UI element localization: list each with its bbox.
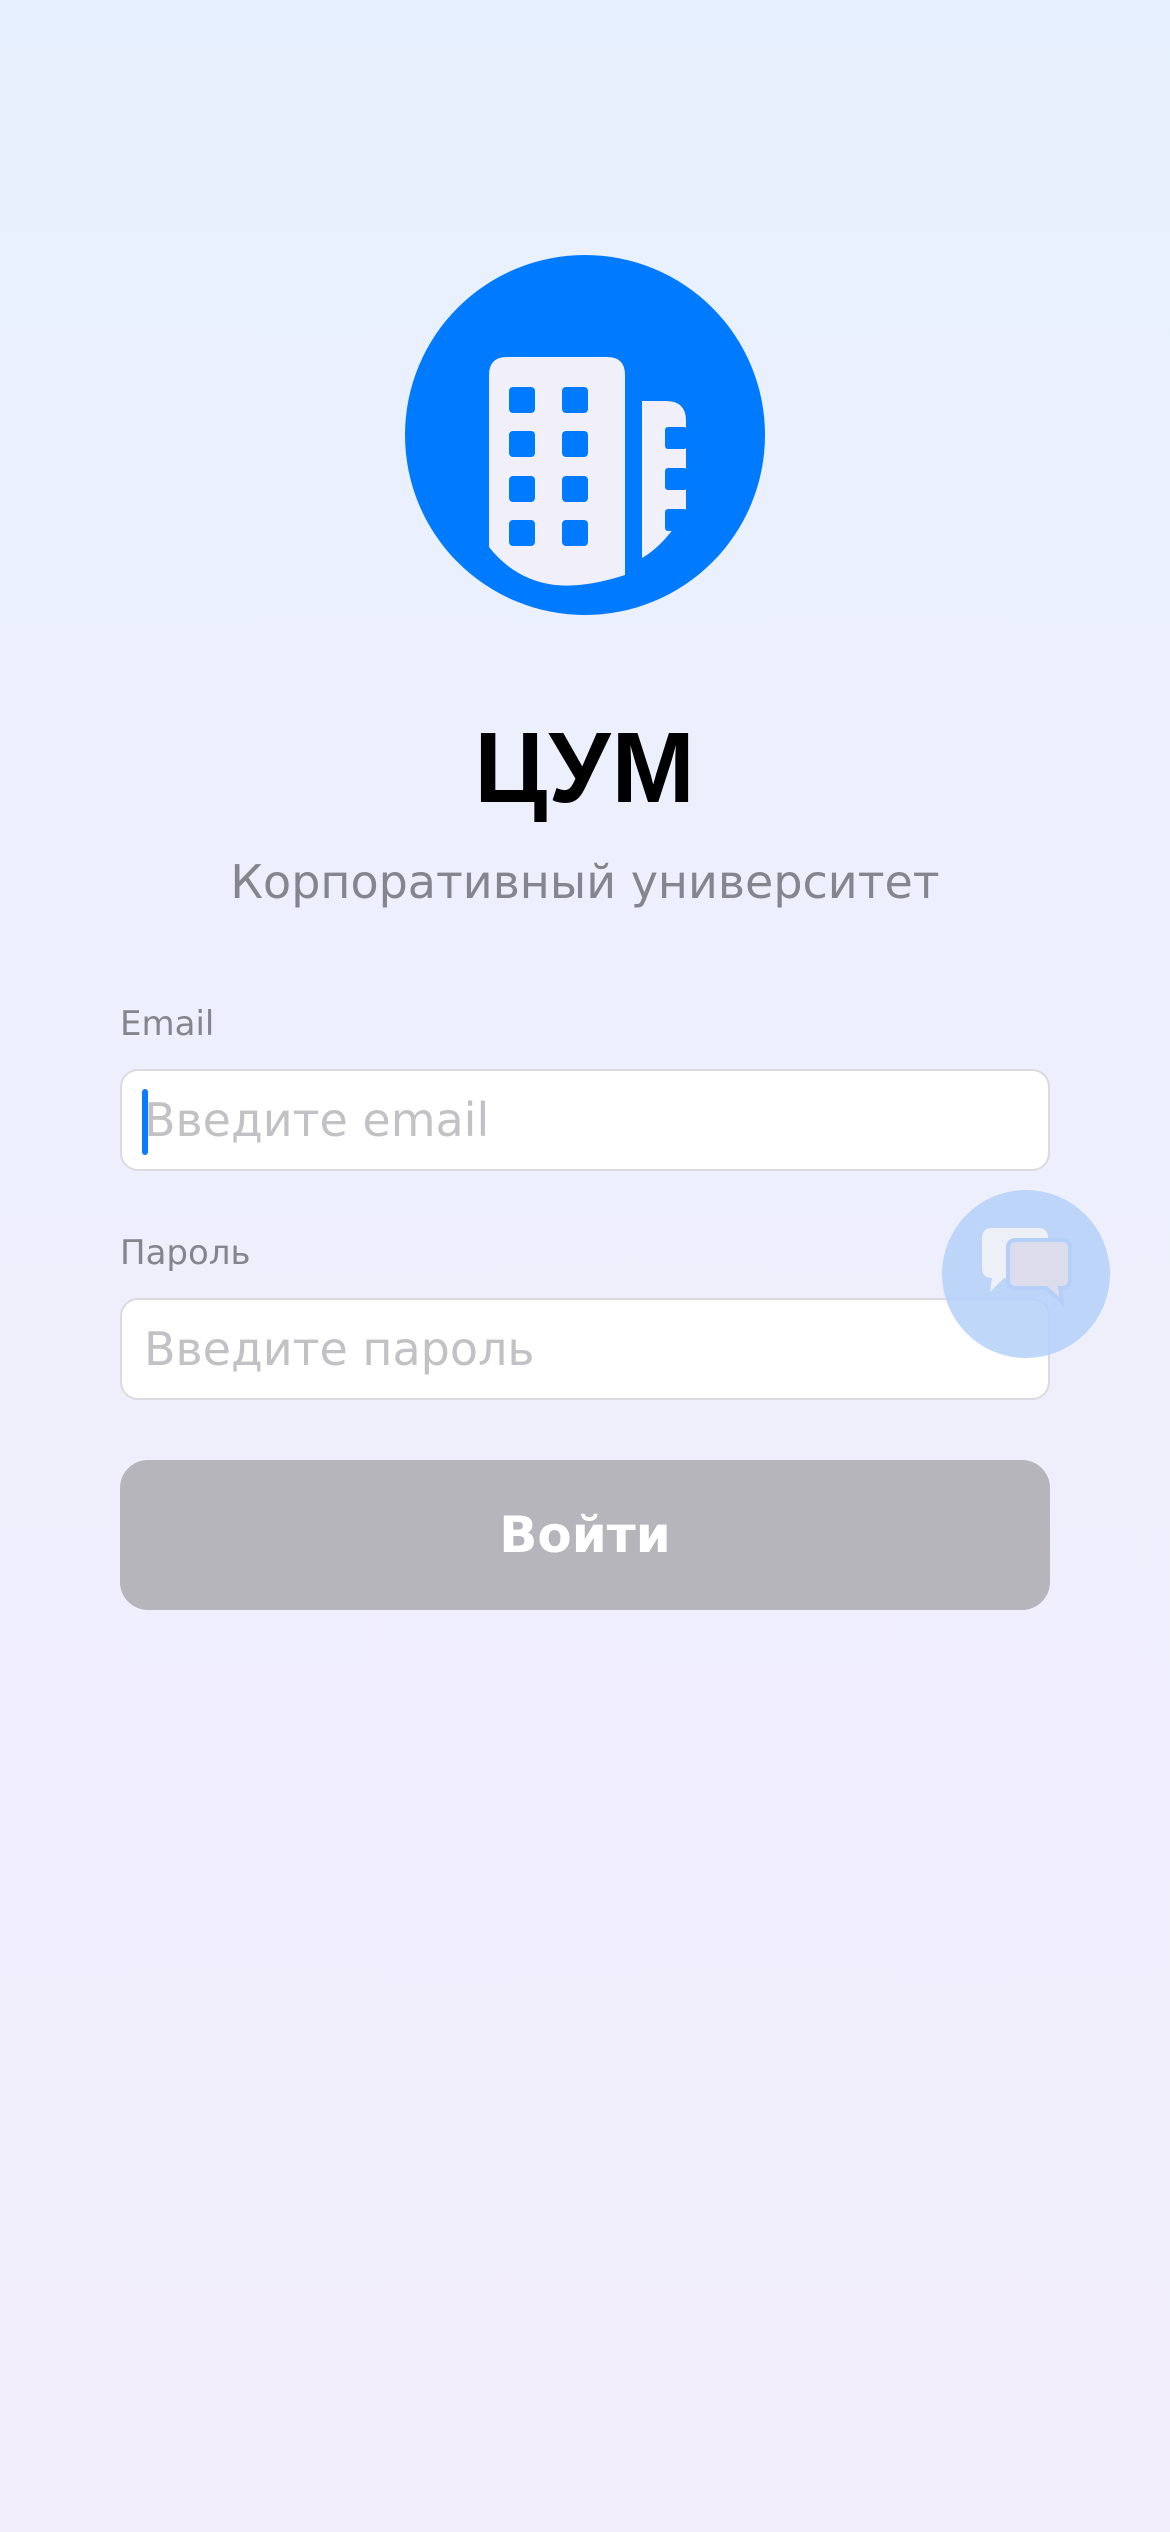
email-input[interactable] <box>144 1071 1024 1169</box>
email-field[interactable] <box>120 1069 1050 1171</box>
app-title: ЦУМ <box>474 712 696 824</box>
chat-button[interactable] <box>942 1190 1110 1358</box>
password-label: Пароль <box>120 1233 251 1273</box>
password-field[interactable] <box>120 1298 1050 1400</box>
app-subtitle: Корпоративный университет <box>230 855 940 909</box>
app-logo <box>405 255 765 615</box>
chat-bubbles-icon <box>982 1228 1072 1308</box>
login-button[interactable]: Войти <box>120 1460 1050 1610</box>
email-label: Email <box>120 1004 215 1044</box>
building-icon <box>405 255 765 615</box>
text-caret <box>142 1089 148 1155</box>
password-input[interactable] <box>144 1300 1024 1398</box>
